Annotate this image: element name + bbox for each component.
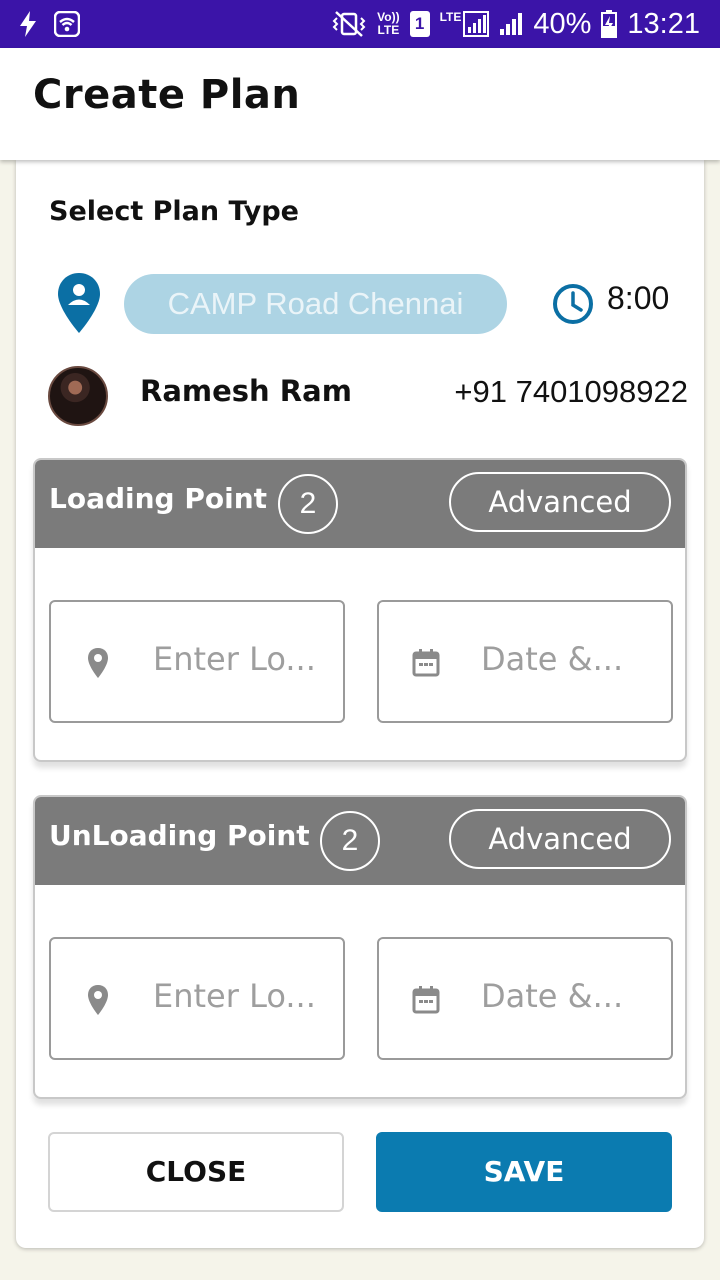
page-title: Create Plan (33, 72, 301, 118)
save-button[interactable]: SAVE (376, 1132, 672, 1212)
clock-icon (553, 284, 593, 324)
signal-icon (463, 11, 490, 37)
unloading-advanced-button[interactable]: Advanced (449, 809, 671, 869)
loading-advanced-button[interactable]: Advanced (449, 472, 671, 532)
loading-point-section: Loading Point 2 Advanced Enter Lo... Dat… (33, 458, 687, 762)
unloading-point-title: UnLoading Point (49, 819, 310, 852)
plan-location-chip[interactable]: CAMP Road Chennai (124, 274, 507, 334)
calendar-icon (412, 986, 440, 1014)
wifi-icon (54, 11, 80, 37)
unloading-date-field[interactable]: Date &... (377, 937, 673, 1060)
create-plan-card: Select Plan Type CAMP Road Chennai 8:00 … (16, 160, 704, 1248)
calendar-icon (412, 649, 440, 677)
status-bar: Vo)) LTE 1 LTE 40% 13:21 (0, 0, 720, 48)
section-title: Select Plan Type (49, 196, 299, 227)
loading-date-field[interactable]: Date &... (377, 600, 673, 723)
flash-icon (20, 11, 36, 37)
battery-charging-icon (601, 10, 618, 38)
plan-time[interactable]: 8:00 (607, 280, 669, 317)
driver-phone: +91 7401098922 (454, 374, 688, 409)
sim-slot-icon: 1 (409, 11, 430, 37)
close-button[interactable]: CLOSE (48, 1132, 344, 1212)
status-time: 13:21 (627, 8, 700, 40)
loading-point-header: Loading Point 2 Advanced (35, 460, 685, 548)
location-pin-icon (88, 985, 108, 1015)
loading-point-title: Loading Point (49, 482, 268, 515)
loading-location-field[interactable]: Enter Lo... (49, 600, 345, 723)
volte-indicator: Vo)) LTE (377, 10, 400, 37)
unloading-location-field[interactable]: Enter Lo... (49, 937, 345, 1060)
battery-percent: 40% (533, 8, 592, 40)
unloading-date-placeholder: Date &... (481, 977, 624, 1015)
loading-count-badge: 2 (278, 474, 338, 534)
avatar (48, 366, 108, 426)
app-bar: Create Plan (0, 48, 720, 160)
signal-icon (500, 13, 523, 35)
unloading-location-placeholder: Enter Lo... (153, 977, 316, 1015)
unloading-point-section: UnLoading Point 2 Advanced Enter Lo... D… (33, 795, 687, 1099)
location-pin-icon (88, 648, 108, 678)
location-pin-icon (58, 273, 100, 333)
unloading-point-header: UnLoading Point 2 Advanced (35, 797, 685, 885)
vibrate-icon (332, 11, 366, 37)
unloading-count-badge: 2 (320, 811, 380, 871)
driver-name: Ramesh Ram (140, 374, 352, 408)
lte-indicator: LTE (440, 11, 490, 37)
loading-date-placeholder: Date &... (481, 640, 624, 678)
loading-location-placeholder: Enter Lo... (153, 640, 316, 678)
